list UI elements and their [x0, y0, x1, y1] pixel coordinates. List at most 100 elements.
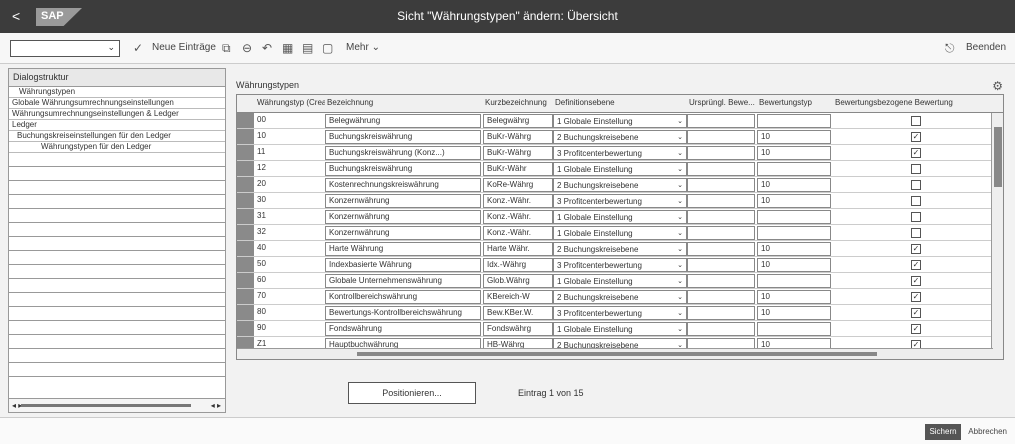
- valuation-checkbox[interactable]: [911, 116, 921, 126]
- nav-item[interactable]: Währungstypen: [9, 87, 225, 98]
- row-selector[interactable]: [237, 193, 254, 208]
- row-selector[interactable]: [237, 145, 254, 160]
- valuation-checkbox[interactable]: [911, 212, 921, 222]
- original-valuation-field[interactable]: [687, 146, 755, 160]
- valuation-checkbox[interactable]: ✓: [911, 132, 921, 142]
- table-row[interactable]: 70 Kontrollbereichswährung KBereich-W 2 Buc…: [237, 289, 1003, 305]
- valuation-checkbox[interactable]: ✓: [911, 324, 921, 334]
- chevron-down-icon[interactable]: ⌄: [677, 117, 683, 125]
- chevron-down-icon[interactable]: ⌄: [107, 42, 115, 53]
- definition-level-dropdown[interactable]: 1 Globale Einstellung ⌄: [553, 226, 687, 240]
- undo-icon[interactable]: ↶: [262, 41, 272, 55]
- definition-level-dropdown[interactable]: 3 Profitcenterbewertung ⌄: [553, 306, 687, 320]
- table-row[interactable]: 32 Konzernwährung Konz.-Währ. 1 Globale Ein…: [237, 225, 1003, 241]
- table-settings-icon[interactable]: ⚙: [992, 79, 1003, 93]
- valuation-type-field[interactable]: 10: [757, 242, 831, 256]
- select-all-icon[interactable]: ▦: [282, 41, 293, 55]
- description-field[interactable]: Konzernwährung: [325, 226, 481, 240]
- short-text-field[interactable]: BuKr-Währg: [483, 130, 553, 144]
- valuation-checkbox[interactable]: ✓: [911, 148, 921, 158]
- description-field[interactable]: Globale Unternehmenswährung: [325, 274, 481, 288]
- short-text-field[interactable]: Konz.-Währ.: [483, 226, 553, 240]
- row-selector[interactable]: [237, 161, 254, 176]
- valuation-type-field[interactable]: [757, 322, 831, 336]
- valuation-type-field[interactable]: [757, 210, 831, 224]
- column-header[interactable]: Kurzbezeichnung: [485, 98, 553, 107]
- valuation-type-field[interactable]: 10: [757, 194, 831, 208]
- column-header[interactable]: Währungstyp (Crea...: [257, 98, 325, 107]
- delete-icon[interactable]: ⊖: [242, 41, 252, 55]
- command-field[interactable]: ⌄: [10, 40, 120, 57]
- definition-level-dropdown[interactable]: 3 Profitcenterbewertung ⌄: [553, 194, 687, 208]
- original-valuation-field[interactable]: [687, 130, 755, 144]
- nav-scroll-thumb[interactable]: [21, 404, 191, 407]
- valuation-type-field[interactable]: 10: [757, 130, 831, 144]
- description-field[interactable]: Fondswährung: [325, 322, 481, 336]
- valuation-checkbox[interactable]: ✓: [911, 308, 921, 318]
- short-text-field[interactable]: Bew.KBer.W.: [483, 306, 553, 320]
- table-row[interactable]: 20 Kostenrechnungskreiswährung KoRe-Währg 2…: [237, 177, 1003, 193]
- valuation-type-field[interactable]: [757, 114, 831, 128]
- description-field[interactable]: Konzernwährung: [325, 210, 481, 224]
- valuation-type-field[interactable]: 10: [757, 258, 831, 272]
- definition-level-dropdown[interactable]: 3 Profitcenterbewertung ⌄: [553, 146, 687, 160]
- valuation-type-field[interactable]: 10: [757, 306, 831, 320]
- original-valuation-field[interactable]: [687, 178, 755, 192]
- short-text-field[interactable]: KoRe-Währg: [483, 178, 553, 192]
- definition-level-dropdown[interactable]: 1 Globale Einstellung ⌄: [553, 322, 687, 336]
- original-valuation-field[interactable]: [687, 210, 755, 224]
- chevron-down-icon[interactable]: ⌄: [677, 181, 683, 189]
- chevron-down-icon[interactable]: ⌄: [677, 245, 683, 253]
- horizontal-scrollbar[interactable]: [237, 348, 993, 359]
- exit-icon[interactable]: ⎋: [945, 41, 955, 56]
- short-text-field[interactable]: KBereich-W: [483, 290, 553, 304]
- horizontal-scroll-thumb[interactable]: [357, 352, 877, 356]
- chevron-down-icon[interactable]: ⌄: [677, 197, 683, 205]
- column-header[interactable]: Bewertungsbezogene Bewertung: [835, 98, 985, 107]
- chevron-down-icon[interactable]: ⌄: [677, 149, 683, 157]
- description-field[interactable]: Buchungskreiswährung (Konz...): [325, 146, 481, 160]
- valuation-type-field[interactable]: 10: [757, 290, 831, 304]
- nav-item[interactable]: Globale Währungsumrechnungseinstellungen: [9, 98, 225, 109]
- chevron-down-icon[interactable]: ⌄: [677, 325, 683, 333]
- chevron-down-icon[interactable]: ⌄: [677, 309, 683, 317]
- chevron-down-icon[interactable]: ⌄: [677, 229, 683, 237]
- description-field[interactable]: Konzernwährung: [325, 194, 481, 208]
- vertical-scroll-thumb[interactable]: [994, 127, 1002, 187]
- nav-item[interactable]: Währungsumrechnungseinstellungen & Ledge…: [9, 109, 225, 120]
- row-selector[interactable]: [237, 273, 254, 288]
- row-selector[interactable]: [237, 305, 254, 320]
- table-row[interactable]: 90 Fondswährung Fondswährg 1 Globale Einste…: [237, 321, 1003, 337]
- table-row[interactable]: 31 Konzernwährung Konz.-Währ. 1 Globale Ein…: [237, 209, 1003, 225]
- description-field[interactable]: Belegwährung: [325, 114, 481, 128]
- chevron-down-icon[interactable]: ⌄: [677, 165, 683, 173]
- original-valuation-field[interactable]: [687, 322, 755, 336]
- row-selector[interactable]: [237, 225, 254, 240]
- table-row[interactable]: 50 Indexbasierte Währung Idx.-Währg 3 Profi…: [237, 257, 1003, 273]
- column-header[interactable]: Bewertungstyp: [759, 98, 833, 107]
- short-text-field[interactable]: Harte Währ.: [483, 242, 553, 256]
- description-field[interactable]: Kontrollbereichswährung: [325, 290, 481, 304]
- short-text-field[interactable]: Belegwährg: [483, 114, 553, 128]
- definition-level-dropdown[interactable]: 2 Buchungskreisebene ⌄: [553, 178, 687, 192]
- valuation-checkbox[interactable]: ✓: [911, 244, 921, 254]
- description-field[interactable]: Harte Währung: [325, 242, 481, 256]
- valuation-type-field[interactable]: 10: [757, 178, 831, 192]
- column-header[interactable]: Definitionsebene: [555, 98, 687, 107]
- original-valuation-field[interactable]: [687, 274, 755, 288]
- chevron-down-icon[interactable]: ⌄: [677, 293, 683, 301]
- original-valuation-field[interactable]: [687, 242, 755, 256]
- valuation-checkbox[interactable]: [911, 196, 921, 206]
- valuation-type-field[interactable]: 10: [757, 146, 831, 160]
- short-text-field[interactable]: BuKr-Währ: [483, 162, 553, 176]
- definition-level-dropdown[interactable]: 1 Globale Einstellung ⌄: [553, 114, 687, 128]
- row-selector[interactable]: [237, 257, 254, 272]
- short-text-field[interactable]: Konz.-Währ.: [483, 194, 553, 208]
- definition-level-dropdown[interactable]: 1 Globale Einstellung ⌄: [553, 274, 687, 288]
- valuation-checkbox[interactable]: ✓: [911, 276, 921, 286]
- definition-level-dropdown[interactable]: 3 Profitcenterbewertung ⌄: [553, 258, 687, 272]
- table-row[interactable]: 10 Buchungskreiswährung BuKr-Währg 2 Buchun…: [237, 129, 1003, 145]
- copy-icon[interactable]: ⧉: [222, 41, 231, 56]
- position-button[interactable]: Positionieren...: [348, 382, 476, 404]
- original-valuation-field[interactable]: [687, 306, 755, 320]
